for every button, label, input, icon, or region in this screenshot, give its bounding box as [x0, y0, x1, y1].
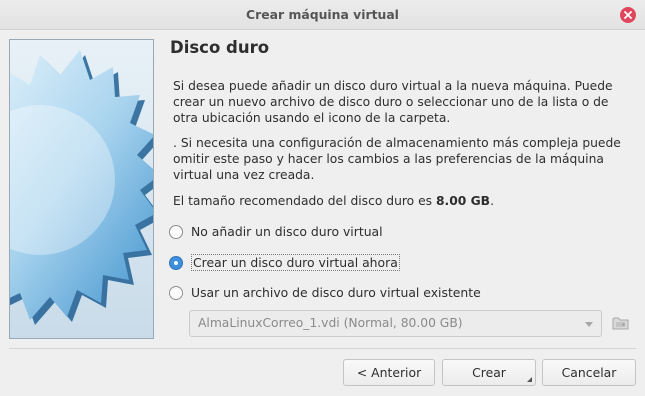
create-button[interactable]: Crear	[442, 359, 536, 386]
recommended-size-text: El tamaño recomendado del disco duro es …	[173, 193, 633, 209]
divider	[9, 348, 636, 349]
radio-existing-disk[interactable]: Usar un archivo de disco duro virtual ex…	[169, 285, 481, 300]
close-icon	[624, 11, 632, 19]
recommended-size-value: 8.00 GB	[435, 194, 491, 208]
recommended-size-prefix: El tamaño recomendado del disco duro es	[173, 194, 436, 208]
radio-label: No añadir un disco duro virtual	[191, 224, 383, 239]
resize-grip-icon	[527, 377, 532, 382]
radio-button[interactable]	[169, 285, 183, 300]
existing-disk-select[interactable]: AlmaLinuxCorreo_1.vdi (Normal, 80.00 GB)	[189, 310, 602, 337]
close-button[interactable]	[620, 7, 636, 23]
title-bar: Crear máquina virtual	[0, 0, 645, 30]
radio-button[interactable]	[169, 224, 183, 239]
page-title: Disco duro	[170, 38, 270, 57]
radio-create-disk[interactable]: Crear un disco duro virtual ahora	[169, 254, 400, 271]
window-title: Crear máquina virtual	[246, 7, 399, 22]
wizard-banner-image	[9, 39, 154, 339]
radio-label: Usar un archivo de disco duro virtual ex…	[191, 285, 481, 300]
chevron-down-icon	[585, 322, 593, 327]
description-text: Si desea puede añadir un disco duro virt…	[173, 79, 613, 126]
recommended-size-suffix: .	[490, 194, 494, 208]
radio-button-selected[interactable]	[169, 255, 183, 270]
existing-disk-select-value: AlmaLinuxCorreo_1.vdi (Normal, 80.00 GB)	[198, 316, 463, 330]
advanced-note-text: . Si necesita una configuración de almac…	[173, 136, 621, 183]
create-button-label: Crear	[472, 365, 506, 380]
radio-label: Crear un disco duro virtual ahora	[191, 254, 400, 271]
cancel-button[interactable]: Cancelar	[542, 359, 636, 386]
back-button[interactable]: < Anterior	[343, 359, 435, 386]
choose-disk-file-button[interactable]	[611, 313, 631, 333]
folder-icon	[612, 317, 629, 330]
radio-no-disk[interactable]: No añadir un disco duro virtual	[169, 224, 383, 239]
